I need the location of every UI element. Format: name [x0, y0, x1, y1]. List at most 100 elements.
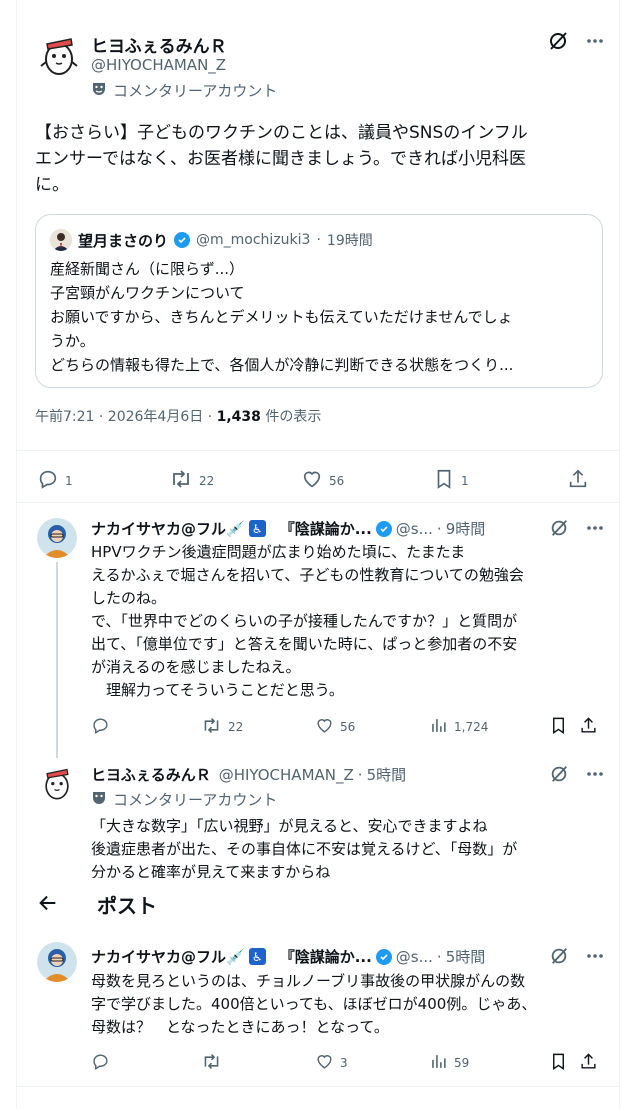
grok-icon[interactable]: [549, 946, 569, 966]
more-options-icon[interactable]: [585, 946, 605, 966]
views-label: 件の表示: [260, 409, 322, 425]
grok-icon[interactable]: [547, 30, 569, 52]
bookmark-icon: [549, 716, 568, 738]
reply-author-handle[interactable]: @s...: [396, 948, 433, 966]
reply-action-bar: 22 56 1,724: [91, 716, 598, 738]
account-label-text: コメンタリーアカウント: [113, 791, 278, 809]
reply-text-line: で、「世界中でどのくらいの子が接種したんですか？」と質問が: [91, 612, 518, 630]
repost-icon: [169, 468, 193, 493]
theater-mask-icon: [91, 790, 107, 810]
post-datetime[interactable]: 午前7:21 · 2026年4月6日 ·: [35, 409, 217, 425]
reply-text-line: が消えるのを感じましたねえ。: [91, 658, 301, 676]
reply-text: 「大きな数字」「広い視野」が見えると、安心できますよね 後遺症患者が出た、その事…: [91, 815, 601, 884]
like-button[interactable]: 56: [301, 468, 433, 493]
bookmark-icon: [433, 468, 455, 493]
share-button[interactable]: [567, 468, 589, 493]
repost-button[interactable]: [201, 1052, 315, 1074]
repost-icon: [201, 1052, 222, 1074]
reply-author-handle[interactable]: @s...: [396, 520, 433, 538]
share-icon: [567, 468, 589, 493]
reply-author-avatar[interactable]: [37, 942, 77, 982]
repost-count: 22: [199, 473, 215, 488]
reply-author-suffix[interactable]: 『陰謀論か...: [280, 518, 372, 539]
repost-button[interactable]: 22: [169, 468, 301, 493]
reply-author-name[interactable]: ヒヨふぇるみんＲ: [91, 764, 211, 785]
reply-header: ヒヨふぇるみんＲ @HIYOCHAMAN_Z · 5時間: [91, 764, 406, 785]
back-arrow-icon[interactable]: [37, 892, 59, 914]
reply-author-avatar[interactable]: [37, 762, 77, 802]
ghost-avatar-icon: [40, 38, 78, 75]
reply-icon: [91, 716, 110, 738]
reply-text-line: HPVワクチン後遺症問題が広まり始めた頃に、たまたま: [91, 543, 466, 561]
reply-text-line: 理解力ってそういうことだと思う。: [91, 681, 344, 699]
like-button[interactable]: 3: [315, 1052, 429, 1074]
bookmark-button[interactable]: [549, 1052, 579, 1074]
grok-icon[interactable]: [549, 764, 569, 784]
reply-button[interactable]: [91, 716, 201, 738]
more-options-icon[interactable]: [585, 31, 605, 51]
more-options-icon[interactable]: [585, 764, 605, 784]
separator-dot: ·: [357, 765, 363, 784]
bookmark-button[interactable]: 1: [433, 468, 567, 493]
reply-author-name[interactable]: ナカイサヤカ@フル💉: [91, 518, 245, 539]
author-handle[interactable]: @HIYOCHAMAN_Z: [91, 56, 226, 74]
heart-icon: [315, 716, 334, 738]
quote-text: 産経新聞さん（に限らず...） 子宮頸がんワクチンについて お願いですから、きち…: [50, 257, 588, 377]
quote-author-name: 望月まさのり: [78, 231, 169, 250]
repost-count: 22: [228, 720, 244, 734]
quote-text-line: お願いですから、きちんとデメリットも伝えていただけませんでしょ: [50, 308, 513, 326]
quoted-post[interactable]: 望月まさのり @m_mochizuki3 · 19時間 産経新聞さん（に限らず.…: [35, 214, 603, 388]
views-button[interactable]: 1,724: [429, 716, 549, 738]
reply-author-name[interactable]: ナカイサヤカ@フル💉: [91, 946, 245, 967]
views-count: 1,724: [454, 720, 489, 734]
reply-author-suffix[interactable]: 『陰謀論か...: [280, 946, 372, 967]
reply-time[interactable]: 9時間: [446, 518, 486, 539]
more-options-icon[interactable]: [585, 518, 605, 538]
quote-author-avatar: [50, 229, 72, 251]
reply-text-line: 母数を見ろというのは、チョルノーブリ事故後の甲状腺がんの数: [91, 972, 526, 990]
heart-icon: [315, 1052, 334, 1074]
reply-text-line: 出て、「億単位です」と答えを聞いた時に、ぱっと参加者の不安: [91, 635, 518, 653]
separator-dot: ·: [316, 232, 321, 248]
reply-icon: [91, 1052, 110, 1074]
post-text-line: エンサーではなく、お医者様に聞きましょう。できれば小児科医: [35, 149, 526, 169]
reply-time[interactable]: 5時間: [446, 946, 486, 967]
bookmark-button[interactable]: [549, 716, 579, 738]
like-count: 56: [340, 720, 356, 734]
views-count: 1,438: [216, 409, 261, 425]
accessibility-icon: ♿: [248, 520, 266, 537]
share-icon: [579, 716, 598, 738]
grok-icon[interactable]: [549, 518, 569, 538]
repost-button[interactable]: 22: [201, 716, 315, 738]
divider: [17, 450, 619, 451]
separator-dot: ·: [436, 519, 442, 538]
like-count: 56: [329, 473, 345, 488]
reply-author-avatar[interactable]: [37, 518, 77, 558]
divider: [17, 1086, 619, 1087]
thread-line: [56, 562, 58, 758]
divider: [17, 502, 619, 503]
commentary-account-label: コメンタリーアカウント: [91, 80, 277, 101]
share-button[interactable]: [579, 1052, 598, 1074]
separator-dot: ·: [436, 947, 442, 966]
reply-button[interactable]: 1: [37, 468, 169, 493]
bookmark-count: 1: [461, 473, 469, 488]
like-button[interactable]: 56: [315, 716, 429, 738]
share-button[interactable]: [579, 716, 598, 738]
author-avatar[interactable]: [35, 30, 83, 78]
reply-time[interactable]: 5時間: [367, 764, 407, 785]
like-count: 3: [340, 1056, 348, 1070]
reply-author-handle[interactable]: @HIYOCHAMAN_Z: [219, 766, 354, 784]
reply-text-line: 字で学びました。400倍といっても、ほぼゼロが400例。じゃあ、: [91, 995, 537, 1013]
views-button[interactable]: 59: [429, 1052, 549, 1074]
reply-text: HPVワクチン後遺症問題が広まり始めた頃に、たまたま えるかふぇで堀さんを招いて…: [91, 541, 601, 702]
verified-badge-icon: [174, 232, 191, 248]
accessibility-icon: ♿: [248, 948, 266, 965]
analytics-icon: [429, 716, 448, 738]
reply-button[interactable]: [91, 1052, 201, 1074]
author-name[interactable]: ヒヨふぇるみんＲ: [91, 32, 227, 57]
main-action-bar: 1 22 56 1: [37, 468, 589, 493]
reply-text: 母数を見ろというのは、チョルノーブリ事故後の甲状腺がんの数 字で学びました。40…: [91, 970, 601, 1039]
post-text-line: 【おさらい】子どものワクチンのことは、議員やSNSのインフル: [35, 123, 528, 143]
quote-text-line: どちらの情報も得た上で、各個人が冷静に判断できる状態をつくり...: [50, 356, 514, 374]
